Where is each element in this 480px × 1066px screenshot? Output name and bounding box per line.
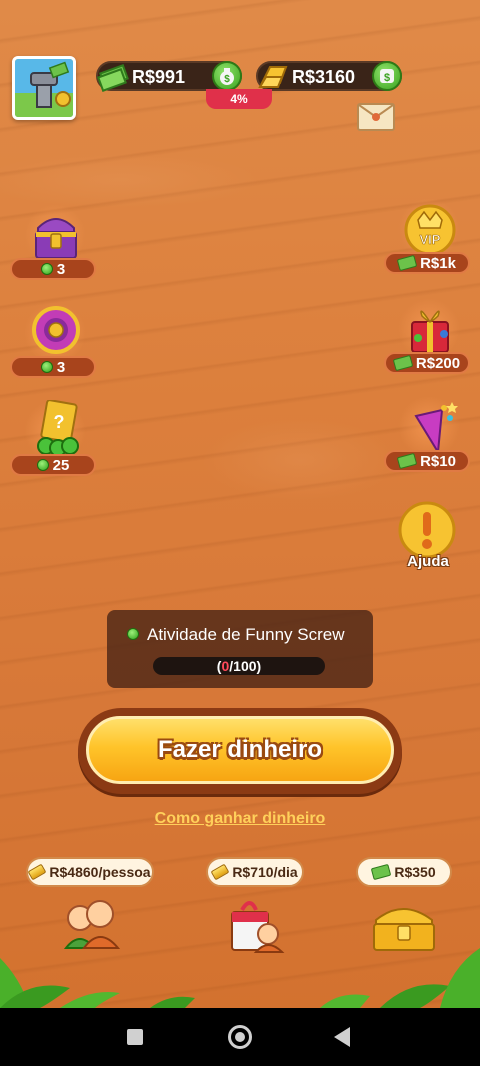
vip-badge: R$1k — [384, 252, 470, 274]
activity-progress-bar: (0/100) — [153, 657, 325, 675]
lucky-wheel-item[interactable]: 3 — [10, 302, 100, 382]
money-bag-icon: $ — [220, 68, 234, 85]
gem-icon — [36, 459, 49, 471]
cash-icon — [371, 863, 392, 881]
daily-calendar-button[interactable] — [222, 896, 292, 956]
treasure-chest-badge: 3 — [10, 258, 96, 280]
activity-title: Atividade de Funny Screw — [147, 625, 345, 644]
daily-reward-label: R$710/dia — [232, 864, 298, 880]
cash-icon — [392, 354, 414, 372]
treasure-chest-count: 3 — [56, 260, 66, 278]
invite-reward-chip: R$4860/pessoa — [26, 857, 154, 887]
svg-text:$: $ — [384, 72, 390, 84]
mail-button[interactable] — [357, 103, 395, 131]
gold-bar-icon — [258, 66, 288, 88]
invite-friends-button[interactable] — [56, 896, 126, 956]
calendar-gift-icon — [231, 901, 285, 953]
gold-bar-icon — [210, 863, 230, 881]
avatar[interactable] — [12, 56, 76, 120]
scratch-cards-count: 25 — [52, 456, 70, 474]
gold-balance-value: R$3160 — [292, 67, 356, 87]
gift-box-icon — [411, 310, 449, 353]
party-popper-item[interactable]: R$10 — [384, 396, 474, 476]
invite-reward-label: R$4860/pessoa — [49, 864, 151, 880]
screw-avatar-icon — [15, 59, 73, 117]
cash-icon — [97, 64, 129, 92]
vip-crown-icon: VIP — [404, 204, 456, 256]
svg-text:?: ? — [54, 412, 65, 432]
gold-balance-pill: R$3160 $ — [256, 61, 402, 91]
people-icon — [63, 900, 121, 949]
lucky-wheel-badge: 3 — [10, 356, 96, 378]
help-label: Ajuda — [407, 553, 449, 570]
svg-text:VIP: VIP — [420, 232, 441, 247]
back-button[interactable] — [334, 1027, 350, 1047]
progress-total: /100) — [229, 658, 262, 674]
gold-add-button[interactable]: $ — [372, 61, 402, 91]
gift-bag-badge: R$200 — [384, 352, 470, 374]
party-popper-badge: R$10 — [384, 450, 470, 472]
treasure-reward-button[interactable] — [370, 896, 440, 956]
svg-text:$: $ — [224, 74, 230, 85]
leaves-decoration — [0, 948, 480, 1008]
chest-reward-label: R$350 — [394, 864, 436, 880]
lucky-wheel-icon — [32, 306, 80, 354]
envelope-icon — [358, 104, 394, 121]
chest-reward-chip: R$350 — [356, 857, 452, 887]
cash-balance-pill: R$991 $ — [96, 61, 242, 92]
scratch-cards-item[interactable]: ? 25 — [10, 400, 100, 480]
scratch-cards-badge: 25 — [10, 454, 96, 476]
party-popper-icon — [414, 402, 458, 456]
dollar-coin-icon: $ — [380, 69, 394, 84]
gem-icon — [40, 263, 53, 275]
make-money-button[interactable]: Fazer dinheiro — [86, 716, 394, 784]
how-to-earn-link[interactable]: Como ganhar dinheiro — [120, 810, 360, 828]
activity-panel: Atividade de Funny Screw (0/100) — [107, 610, 373, 688]
progress-percent-badge: 4% — [206, 89, 272, 109]
golden-chest-icon — [373, 908, 435, 951]
vip-item[interactable]: VIP R$1k — [384, 198, 474, 278]
gem-icon — [127, 628, 139, 640]
treasure-chest-icon — [35, 218, 77, 259]
vip-value: R$1k — [420, 254, 456, 272]
cash-balance-value: R$991 — [132, 67, 186, 87]
scratch-cards-icon: ? — [37, 400, 79, 457]
exclamation-icon — [398, 501, 456, 559]
lucky-wheel-count: 3 — [56, 358, 66, 376]
daily-reward-chip: R$710/dia — [206, 857, 304, 887]
gold-bar-icon — [27, 863, 47, 881]
gem-icon — [40, 361, 53, 373]
party-popper-value: R$10 — [420, 452, 456, 470]
cash-icon — [396, 452, 418, 470]
gift-bag-item[interactable]: R$200 — [384, 298, 474, 378]
treasure-chest-item[interactable]: 3 — [10, 204, 100, 284]
home-button[interactable] — [228, 1025, 252, 1049]
cash-add-button[interactable]: $ — [212, 61, 242, 91]
cash-icon — [396, 254, 418, 272]
gift-bag-value: R$200 — [415, 354, 461, 372]
recent-apps-button[interactable] — [127, 1029, 143, 1045]
